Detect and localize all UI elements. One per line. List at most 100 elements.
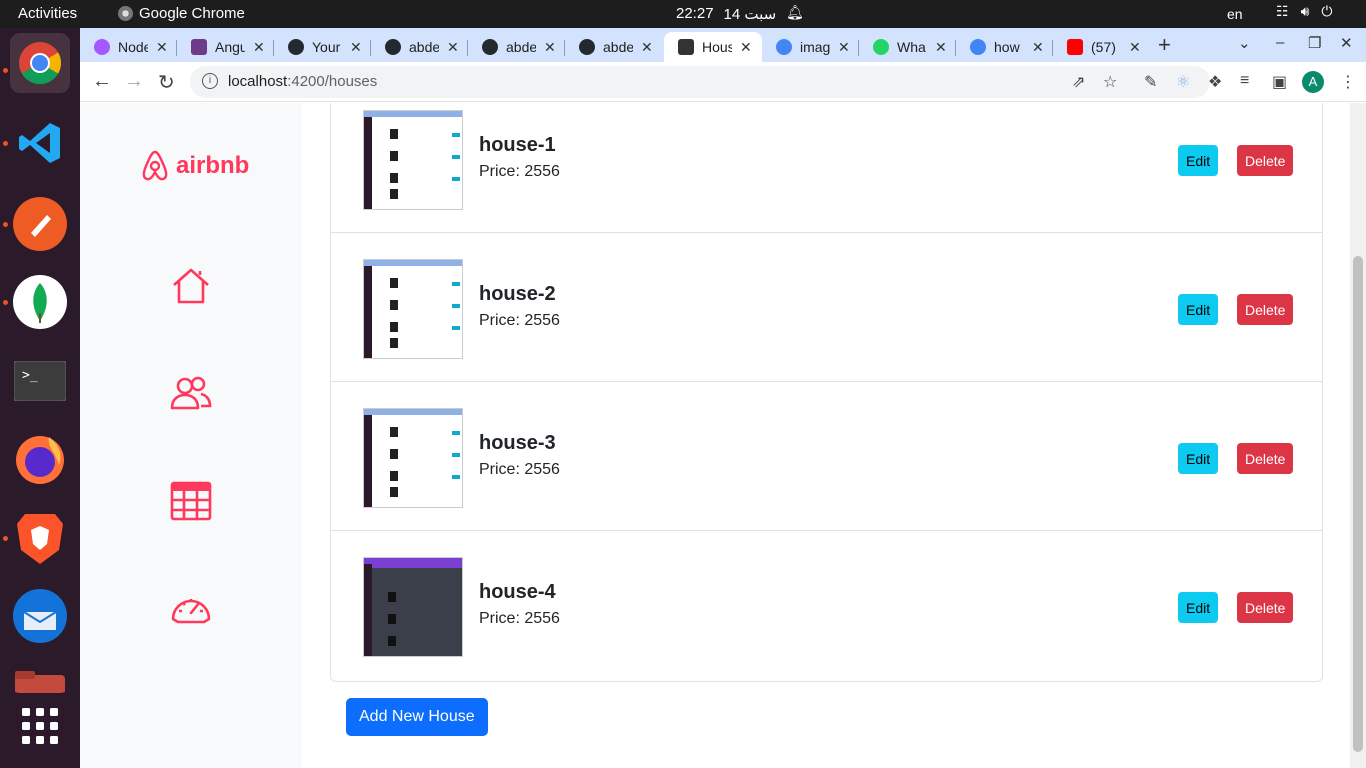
tab-close-icon[interactable]: ✕ — [1032, 39, 1044, 56]
tab-close-icon[interactable]: ✕ — [935, 39, 947, 56]
delete-button[interactable]: Delete — [1237, 592, 1294, 623]
brave-icon — [17, 514, 63, 564]
dock-show-apps[interactable] — [10, 696, 70, 756]
tab-close-icon[interactable]: ✕ — [350, 39, 362, 56]
airbnb-logo[interactable]: airbnb — [138, 149, 249, 183]
dock-thunderbird[interactable] — [10, 586, 70, 646]
dock-postman[interactable] — [3, 194, 70, 254]
tab-google-how[interactable]: how ✕ — [956, 32, 1053, 62]
house-price: Price: 2556 — [479, 163, 560, 180]
edit-button[interactable]: Edit — [1178, 443, 1219, 474]
users-icon[interactable] — [170, 372, 212, 414]
tab-title: abde — [409, 39, 439, 55]
tab-houses-active[interactable]: Hous ✕ — [664, 32, 762, 62]
table-icon[interactable] — [170, 480, 212, 522]
houses-list: house-1 Price: 2556 Edit Delete house-2 … — [330, 103, 1323, 682]
github-favicon — [385, 39, 401, 55]
reload-icon[interactable]: ↻ — [158, 70, 175, 95]
dock-files[interactable] — [10, 663, 70, 693]
edit-button[interactable]: Edit — [1178, 294, 1219, 325]
tab-title: abde — [506, 39, 536, 55]
tab-search-chevron-icon[interactable]: ⌄ — [1238, 34, 1251, 52]
tab-close-icon[interactable]: ✕ — [447, 39, 459, 56]
tab-close-icon[interactable]: ✕ — [1129, 39, 1141, 56]
home-icon[interactable] — [170, 265, 212, 307]
site-info-icon[interactable]: i — [202, 73, 218, 89]
edit-button[interactable]: Edit — [1178, 592, 1219, 623]
tab-strip: Node ✕ Angu ✕ Your ✕ abde ✕ abde ✕ abde ✕ Hous… — [80, 28, 1366, 62]
forward-arrow-icon[interactable]: → — [124, 70, 144, 93]
house-thumbnail — [363, 408, 463, 508]
media-playlist-icon[interactable]: ≡ — [1240, 72, 1249, 90]
page-scrollbar[interactable] — [1350, 103, 1366, 768]
share-icon[interactable]: ⇗ — [1072, 72, 1085, 92]
tab-title: Angu — [215, 39, 245, 55]
tab-angular[interactable]: Angu ✕ — [177, 32, 274, 62]
tab-github-4[interactable]: abde ✕ — [565, 32, 662, 62]
tab-close-icon[interactable]: ✕ — [838, 39, 850, 56]
side-panel-icon[interactable]: ▣ — [1272, 72, 1287, 92]
bookmark-star-icon[interactable]: ☆ — [1103, 72, 1117, 92]
color-picker-extension-icon[interactable]: ✎ — [1144, 72, 1157, 92]
tab-title: Your — [312, 39, 341, 55]
clock[interactable]: 22:27 14 سبت — [676, 5, 776, 23]
add-new-house-button[interactable]: Add New House — [346, 698, 488, 736]
house-price: Price: 2556 — [479, 461, 560, 478]
chrome-icon — [19, 42, 62, 85]
power-icon: ⏻ — [1321, 3, 1333, 19]
tab-close-icon[interactable]: ✕ — [740, 39, 752, 56]
page-content: airbnb house-1 Price: 2556 Edit Delete h… — [80, 103, 1366, 768]
system-menu[interactable]: ☷ 🔊︎ ⏻ — [1276, 3, 1332, 20]
dock-brave[interactable] — [3, 508, 70, 568]
profile-avatar[interactable]: A — [1302, 71, 1324, 93]
firefox-icon — [16, 436, 64, 484]
dock-mongodb[interactable] — [3, 272, 70, 332]
house-name: house-3 — [479, 432, 556, 454]
close-window-icon[interactable]: ✕ — [1340, 34, 1353, 52]
clock-time: 22:27 — [676, 5, 714, 22]
delete-button[interactable]: Delete — [1237, 443, 1294, 474]
delete-button[interactable]: Delete — [1237, 145, 1294, 176]
react-devtools-icon[interactable]: ⚛ — [1176, 72, 1190, 92]
tab-github-1[interactable]: Your ✕ — [274, 32, 371, 62]
url-host: localhost — [228, 73, 288, 90]
url-text[interactable]: localhost:4200/houses — [228, 73, 377, 90]
tab-youtube[interactable]: (57) ✕ — [1053, 32, 1150, 62]
delete-button[interactable]: Delete — [1237, 294, 1294, 325]
tab-google-images[interactable]: imag ✕ — [762, 32, 859, 62]
minimize-icon[interactable]: – — [1276, 34, 1284, 51]
tab-title: imag — [800, 39, 830, 55]
tab-whatsapp[interactable]: Wha ✕ — [859, 32, 956, 62]
edit-button[interactable]: Edit — [1178, 145, 1219, 176]
activities-button[interactable]: Activities — [18, 5, 77, 22]
tab-github-3[interactable]: abde ✕ — [468, 32, 565, 62]
dock-vscode[interactable] — [3, 113, 70, 173]
system-top-bar: Activities Google Chrome 22:27 14 سبت 🔔︎… — [0, 0, 1366, 28]
dock: >_ — [0, 28, 80, 768]
back-arrow-icon[interactable]: ← — [92, 70, 112, 93]
tab-node[interactable]: Node ✕ — [80, 32, 177, 62]
chrome-menu-kebab-icon[interactable]: ⋮ — [1340, 72, 1356, 92]
dock-terminal[interactable]: >_ — [10, 351, 70, 411]
notification-bell-icon[interactable]: 🔔︎ — [786, 4, 804, 21]
app-menu[interactable]: Google Chrome — [118, 5, 245, 22]
address-bar[interactable]: i localhost:4200/houses ⇗ ☆ — [190, 66, 1210, 98]
tab-title: Node — [118, 39, 148, 55]
dock-firefox[interactable] — [10, 428, 70, 488]
house-row: house-1 Price: 2556 Edit Delete — [331, 103, 1322, 233]
tab-close-icon[interactable]: ✕ — [253, 39, 265, 56]
dock-chrome[interactable] — [3, 33, 70, 93]
airbnb-belo-icon — [142, 150, 168, 181]
extensions-puzzle-icon[interactable]: ❖ — [1208, 72, 1222, 92]
language-indicator[interactable]: en — [1227, 6, 1243, 22]
tab-close-icon[interactable]: ✕ — [156, 39, 168, 56]
tab-close-icon[interactable]: ✕ — [544, 39, 556, 56]
youtube-favicon — [1067, 39, 1083, 55]
tab-github-2[interactable]: abde ✕ — [371, 32, 468, 62]
dashboard-icon[interactable] — [170, 589, 212, 631]
scrollbar-thumb[interactable] — [1353, 256, 1363, 752]
tab-close-icon[interactable]: ✕ — [641, 39, 653, 56]
github-favicon — [482, 39, 498, 55]
new-tab-plus-icon[interactable]: + — [1158, 32, 1171, 58]
restore-icon[interactable]: ❐ — [1308, 34, 1321, 52]
